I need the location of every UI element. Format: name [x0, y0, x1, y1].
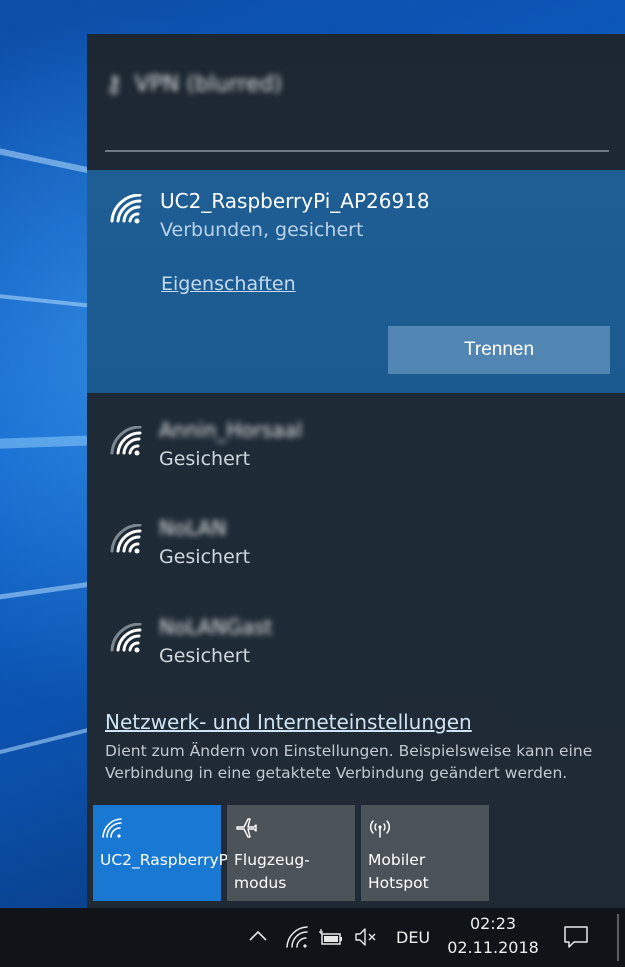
wifi-quick-action-tile[interactable]: UC2_RaspberryPi_AP26918 — [93, 805, 309, 901]
network-list-item[interactable]: NoLANGast Gesichert — [87, 603, 625, 693]
wifi-icon — [110, 524, 142, 554]
connected-network-name: UC2_RaspberryPi_AP26918 — [160, 189, 430, 213]
network-settings-link[interactable]: Netzwerk- und Interneteinstellungen — [105, 710, 472, 734]
wifi-icon — [102, 818, 122, 838]
action-center-icon[interactable] — [562, 924, 590, 950]
network-status: Gesichert — [159, 645, 251, 667]
vpn-icon: ⚷ — [105, 70, 123, 98]
disconnect-button[interactable]: Trennen — [388, 326, 610, 374]
properties-link[interactable]: Eigenschaften — [161, 273, 296, 295]
clock-date: 02.11.2018 — [447, 938, 539, 957]
airplane-icon — [236, 818, 257, 838]
connected-network-item[interactable]: UC2_RaspberryPi_AP26918 Verbunden, gesic… — [87, 170, 625, 393]
tile-label: Mobiler Hotspot — [368, 851, 429, 892]
tile-label: UC2_RaspberryPi_AP26918 — [100, 851, 309, 869]
wifi-icon — [110, 426, 142, 456]
clock[interactable]: 02:23 02.11.2018 — [440, 912, 546, 960]
network-settings-description: Dient zum Ändern von Einstellungen. Beis… — [105, 742, 593, 782]
battery-icon[interactable] — [318, 928, 344, 948]
clock-time: 02:23 — [469, 914, 517, 933]
taskbar: DEU 02:23 02.11.2018 — [0, 908, 625, 967]
network-name: Annin_Horsaal — [159, 418, 303, 442]
wifi-icon — [110, 194, 142, 224]
network-status: Gesichert — [159, 546, 251, 568]
network-name: NoLAN — [159, 516, 227, 540]
input-language[interactable]: DEU — [396, 928, 430, 947]
network-list-item[interactable]: Annin_Horsaal Gesichert — [87, 406, 625, 496]
show-desktop-button[interactable] — [617, 914, 619, 961]
mobile-hotspot-tile[interactable]: Mobiler Hotspot — [361, 805, 489, 901]
connected-network-status: Verbunden, gesichert — [160, 219, 364, 241]
network-flyout: ⚷ VPN (blurred) UC2_RaspberryPi_AP26918 … — [87, 34, 625, 908]
vpn-label: VPN (blurred) — [134, 71, 283, 97]
network-name: NoLANGast — [159, 615, 273, 639]
speaker-muted-icon[interactable] — [354, 926, 378, 948]
network-list-item[interactable]: NoLAN Gesichert — [87, 504, 625, 594]
divider — [105, 150, 609, 152]
show-hidden-icons-chevron-icon[interactable] — [247, 925, 269, 947]
hotspot-icon — [369, 820, 391, 838]
airplane-mode-tile[interactable]: Flugzeug-modus — [227, 805, 355, 901]
network-status: Gesichert — [159, 448, 251, 470]
vpn-entry[interactable]: ⚷ VPN (blurred) — [105, 64, 282, 104]
tile-label: Flugzeug-modus — [234, 851, 310, 892]
wifi-icon — [110, 623, 142, 653]
wifi-tray-icon[interactable] — [285, 926, 309, 948]
